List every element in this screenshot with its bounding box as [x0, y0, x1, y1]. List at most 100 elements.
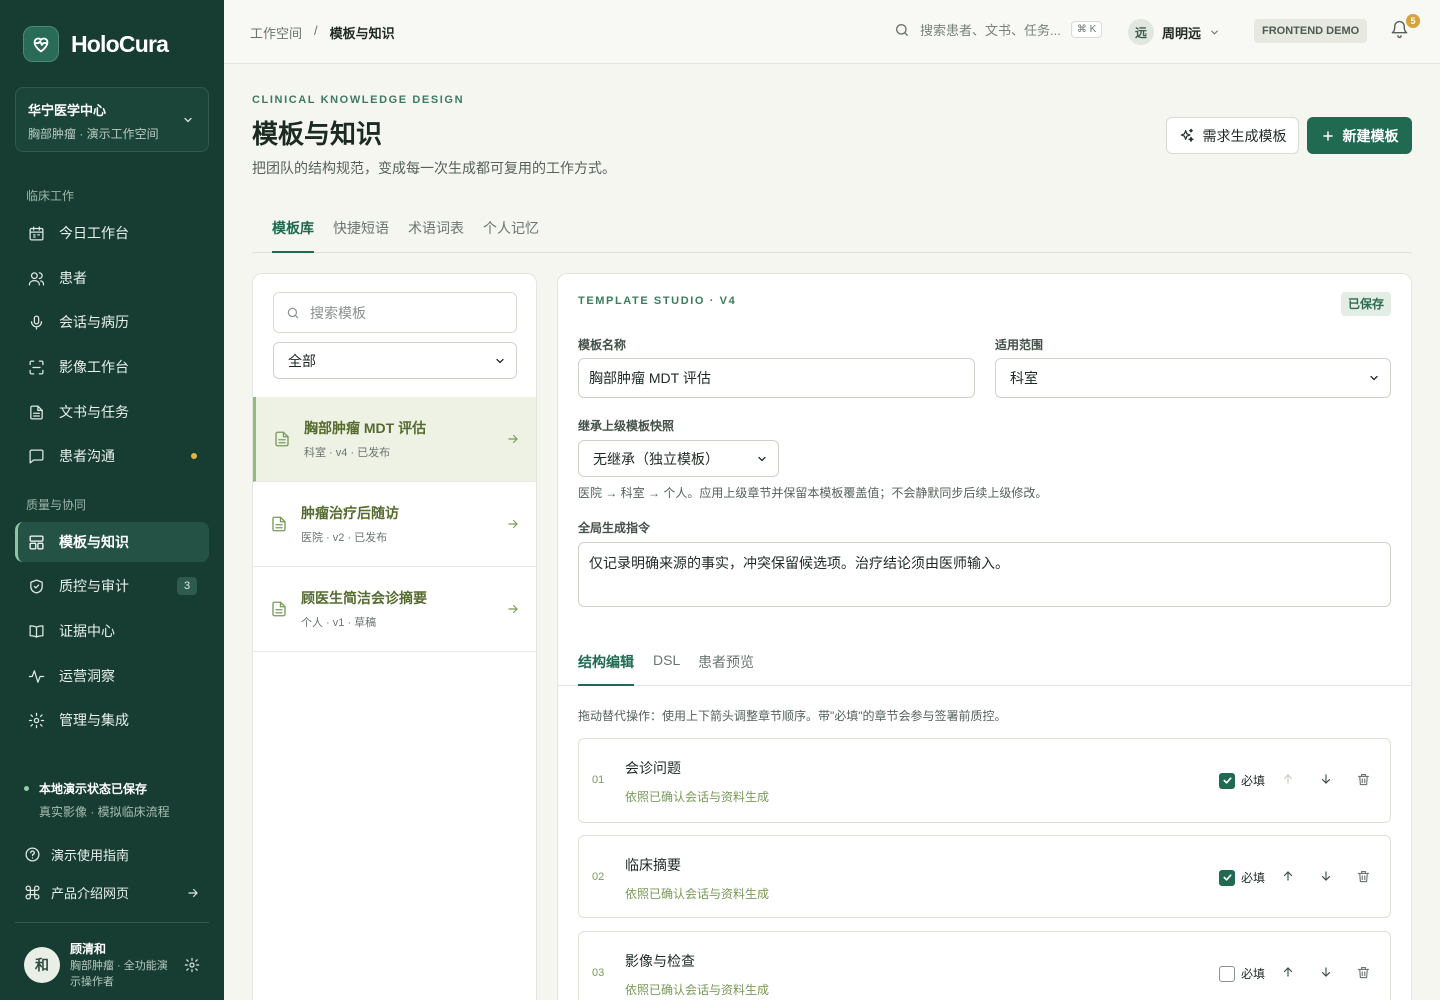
section-description: 依照已确认会话与资料生成 [625, 790, 770, 804]
checkbox-unchecked[interactable] [1219, 965, 1235, 982]
trash-icon[interactable] [1356, 965, 1371, 980]
section-card[interactable]: 02 临床摘要 依照已确认会话与资料生成 必填 [578, 835, 1391, 918]
checkbox-checked[interactable] [1219, 869, 1235, 886]
section-card[interactable]: 01 会诊问题 依照已确认会话与资料生成 必填 [578, 738, 1391, 823]
chevron-down-icon [494, 355, 506, 367]
template-list-item[interactable]: 顾医生简洁会诊摘要 个人 · v1 · 草稿 [253, 567, 536, 652]
nav-item-admin[interactable]: 管理与集成 [15, 700, 209, 740]
trash-icon[interactable] [1356, 772, 1371, 787]
nav-item-sessions[interactable]: 会话与病历 [15, 302, 209, 342]
inherit-select[interactable]: 无继承（独立模板） [578, 440, 779, 477]
avatar[interactable]: 和 [24, 947, 60, 983]
section-title: 临床摘要 [625, 857, 681, 873]
instruction-label: 全局生成指令 [578, 521, 651, 535]
template-list-item[interactable]: 肿瘤治疗后随访 医院 · v2 · 已发布 [253, 482, 536, 567]
settings-gear-icon[interactable] [184, 957, 200, 973]
tab-quick-phrases[interactable]: 快捷短语 [333, 218, 389, 253]
instruction-textarea[interactable]: 仅记录明确来源的事实，冲突保留候选项。治疗结论须由医师输入。 [578, 542, 1391, 607]
nav-item-evidence[interactable]: 证据中心 [15, 611, 209, 651]
nav-item-communication[interactable]: 患者沟通 [15, 436, 209, 476]
user-menu[interactable]: 远 周明远 [1128, 19, 1220, 45]
template-meta: 科室 · v4 · 已发布 [304, 447, 391, 459]
template-name-field[interactable]: 胸部肿瘤 MDT 评估 [578, 358, 975, 398]
demo-guide-link[interactable]: 演示使用指南 [24, 845, 204, 864]
tab-personal-memory[interactable]: 个人记忆 [483, 218, 539, 253]
sidebar: HoloCura 华宁医学中心 胸部肿瘤 · 演示工作空间 临床工作 今日工作台… [0, 0, 224, 1000]
inherit-value: 无继承（独立模板） [593, 450, 719, 467]
required-toggle[interactable]: 必填 [1219, 869, 1265, 886]
arrow-up-icon[interactable] [1281, 772, 1295, 786]
drag-hint: 拖动替代操作：使用上下箭头调整章节顺序。带"必填"的章节会参与签署前质控。 [578, 709, 1007, 723]
section-title: 会诊问题 [625, 760, 681, 776]
global-search[interactable]: 搜索患者、文书、任务... ⌘ K [894, 20, 1103, 39]
arrow-right-icon [506, 517, 520, 531]
template-filter-select[interactable]: 全部 [273, 342, 517, 379]
org-switcher[interactable]: 华宁医学中心 胸部肿瘤 · 演示工作空间 [15, 87, 209, 152]
nav-label: 影像工作台 [59, 359, 129, 375]
arrow-down-icon[interactable] [1319, 772, 1333, 786]
arrow-down-icon[interactable] [1319, 869, 1333, 883]
tab-patient-preview[interactable]: 患者预览 [698, 652, 754, 686]
template-title: 顾医生简洁会诊摘要 [301, 590, 427, 606]
help-icon [24, 846, 41, 863]
brand[interactable]: HoloCura [23, 26, 169, 62]
nav-item-templates[interactable]: 模板与知识 [15, 522, 209, 562]
org-workspace: 胸部肿瘤 · 演示工作空间 [28, 127, 159, 141]
tab-structure-editor[interactable]: 结构编辑 [578, 652, 634, 686]
nav-item-patients[interactable]: 患者 [15, 258, 209, 298]
tab-terminology[interactable]: 术语词表 [408, 218, 464, 253]
saved-status-badge: 已保存 [1341, 292, 1392, 316]
nav-item-imaging[interactable]: 影像工作台 [15, 347, 209, 387]
global-search-placeholder: 搜索患者、文书、任务... [920, 23, 1061, 38]
nav-item-quality[interactable]: 质控与审计 3 [15, 566, 209, 606]
product-page-label: 产品介绍网页 [51, 886, 130, 901]
heart-pulse-icon [23, 26, 59, 62]
nav-label: 模板与知识 [59, 534, 129, 550]
breadcrumb-root[interactable]: 工作空间 [250, 23, 302, 42]
arrow-up-icon[interactable] [1281, 965, 1295, 979]
nav-label: 患者 [59, 270, 87, 286]
shield-icon [27, 577, 45, 595]
user-name: 顾清和 [70, 942, 107, 956]
template-list-panel: 搜索模板 全部 胸部肿瘤 MDT 评估 科室 · v4 · 已发布 肿瘤治疗后随… [252, 273, 537, 1000]
scope-select[interactable]: 科室 [995, 358, 1391, 398]
chevron-down-icon [756, 453, 768, 465]
arrow-up-icon[interactable] [1281, 869, 1295, 883]
document-icon [270, 515, 288, 533]
knowledge-tabs: 模板库 快捷短语 术语词表 个人记忆 [252, 210, 1412, 253]
sparkles-icon [1179, 128, 1195, 144]
generate-template-button[interactable]: 需求生成模板 [1166, 117, 1299, 154]
required-label: 必填 [1241, 774, 1266, 788]
trash-icon[interactable] [1356, 869, 1371, 884]
nav-section-quality: 质量与协同 [26, 498, 87, 512]
document-icon [273, 430, 291, 448]
section-card[interactable]: 03 影像与检查 依照已确认会话与资料生成 必填 [578, 931, 1391, 1000]
page-subtitle: 把团队的结构规范，变成每一次生成都可复用的工作方式。 [252, 160, 616, 176]
page-title: 模板与知识 [252, 119, 383, 149]
template-search-input[interactable]: 搜索模板 [273, 292, 517, 333]
required-toggle[interactable]: 必填 [1219, 965, 1265, 982]
plus-icon [1321, 129, 1335, 143]
layout-icon [27, 533, 45, 551]
checkbox-checked[interactable] [1219, 772, 1235, 789]
template-name-label: 模板名称 [578, 338, 627, 352]
user-menu-name: 周明远 [1162, 25, 1202, 41]
nav-item-documents[interactable]: 文书与任务 [15, 392, 209, 432]
template-studio-panel: TEMPLATE STUDIO · V4 已保存 模板名称 胸部肿瘤 MDT 评… [557, 273, 1412, 1000]
tab-template-library[interactable]: 模板库 [272, 218, 314, 253]
required-toggle[interactable]: 必填 [1219, 772, 1265, 789]
nav-item-insights[interactable]: 运营洞察 [15, 656, 209, 696]
template-list-item[interactable]: 胸部肿瘤 MDT 评估 科室 · v4 · 已发布 [253, 397, 536, 482]
chat-icon [27, 447, 45, 465]
product-page-link[interactable]: 产品介绍网页 [24, 883, 204, 902]
nav-section-clinical: 临床工作 [26, 189, 75, 203]
scan-icon [27, 358, 45, 376]
chevron-down-icon [1368, 372, 1380, 384]
nav-label: 质控与审计 [59, 578, 129, 594]
arrow-down-icon[interactable] [1319, 965, 1333, 979]
nav-label: 患者沟通 [59, 448, 115, 464]
new-template-button[interactable]: 新建模板 [1307, 117, 1412, 154]
breadcrumb-current: 模板与知识 [329, 26, 395, 41]
nav-item-today[interactable]: 今日工作台 [15, 213, 209, 253]
tab-dsl[interactable]: DSL [653, 652, 680, 686]
